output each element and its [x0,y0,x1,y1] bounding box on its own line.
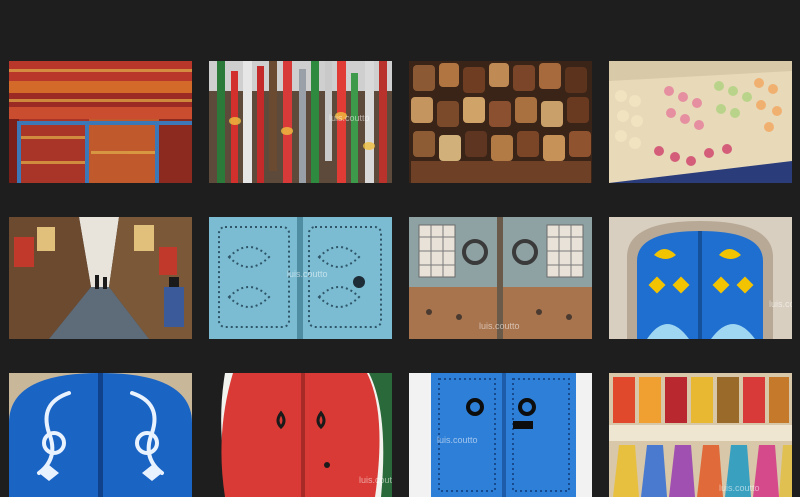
red-door-image: luis.coutto [209,373,392,497]
hookahs-image: luis.coutto [209,61,392,183]
blue-knocker-door-image: luis.coutto [409,373,592,497]
watermark-text: luis.coutto [287,269,328,279]
photo-thumbnail-pastries[interactable] [609,61,792,183]
photo-thumbnail-leather-bags[interactable] [409,61,592,183]
carpets-image [9,61,192,183]
watermark-text: luis.coutto [719,483,760,493]
watermark-text: luis.coutto [437,435,478,445]
blue-swirl-door-image [9,373,192,497]
photo-gallery: luis.coutto luis.coutto luis.coutto luis… [9,61,792,497]
photo-thumbnail-carpets[interactable] [9,61,192,183]
watermark-text: luis.coutto [329,113,370,123]
photo-thumbnail-colored-glasses[interactable]: luis.coutto [609,373,792,497]
photo-thumbnail-grille-door[interactable]: luis.coutto [409,217,592,339]
leather-bags-image [409,61,592,183]
light-blue-door-image: luis.coutto [209,217,392,339]
photo-thumbnail-arched-blue-door[interactable]: luis.coutto [609,217,792,339]
souk-alley-image [9,217,192,339]
photo-thumbnail-red-door[interactable]: luis.coutto [209,373,392,497]
photo-thumbnail-souk-alley[interactable] [9,217,192,339]
watermark-text: luis.coutto [769,299,792,309]
photo-thumbnail-light-blue-door[interactable]: luis.coutto [209,217,392,339]
photo-thumbnail-blue-knocker-door[interactable]: luis.coutto [409,373,592,497]
photo-thumbnail-blue-swirl-door[interactable] [9,373,192,497]
grille-door-image: luis.coutto [409,217,592,339]
arched-blue-door-image: luis.coutto [609,217,792,339]
watermark-text: luis.coutto [479,321,520,331]
watermark-text: luis.coutto [359,475,392,485]
photo-thumbnail-hookahs[interactable]: luis.coutto [209,61,392,183]
pastries-image [609,61,792,183]
colored-glasses-image: luis.coutto [609,373,792,497]
